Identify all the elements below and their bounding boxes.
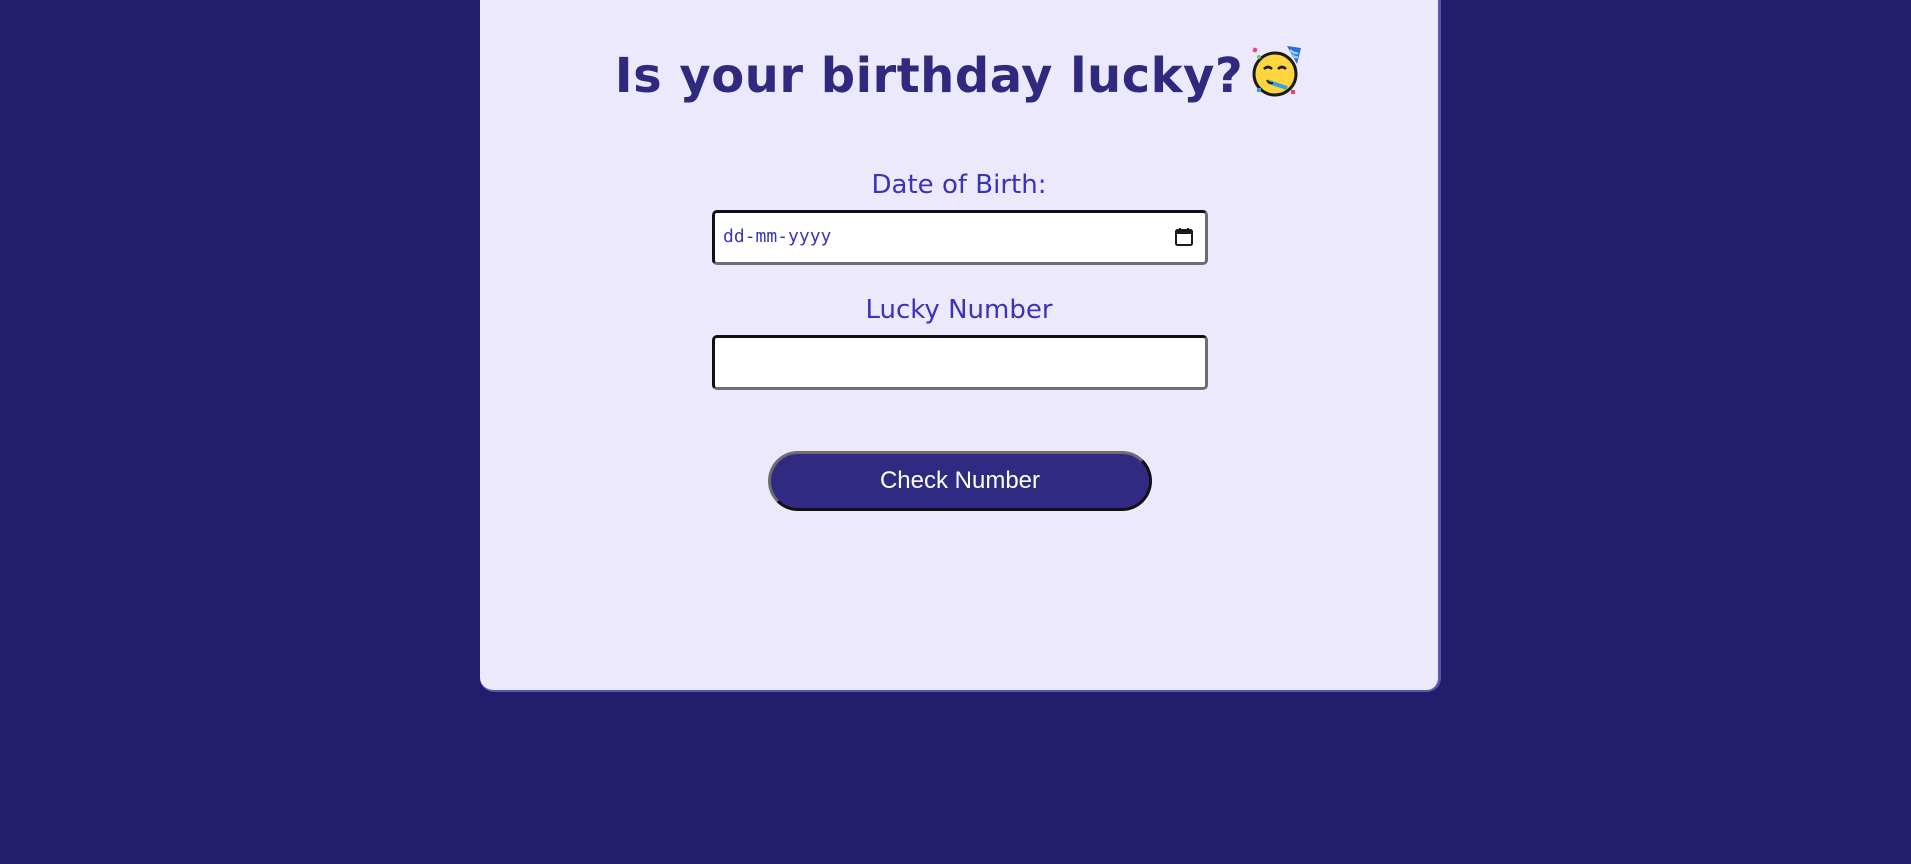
dob-label: Date of Birth: (871, 170, 1047, 200)
lucky-number-label: Lucky Number (865, 295, 1053, 325)
dob-placeholder: dd-mm-yyyy (723, 226, 832, 247)
lucky-number-input[interactable] (715, 338, 1205, 387)
lucky-number-box (712, 335, 1208, 390)
partying-face-icon (1247, 42, 1303, 98)
dob-field[interactable]: dd-mm-yyyy (712, 210, 1208, 265)
check-number-button[interactable]: Check Number (768, 451, 1152, 511)
page-title: Is your birthday lucky? (614, 48, 1244, 104)
title-row: Is your birthday lucky? (480, 46, 1438, 110)
main-card: Is your birthday lucky? Date of Birth: d… (480, 0, 1441, 692)
calendar-icon[interactable] (1174, 227, 1194, 247)
